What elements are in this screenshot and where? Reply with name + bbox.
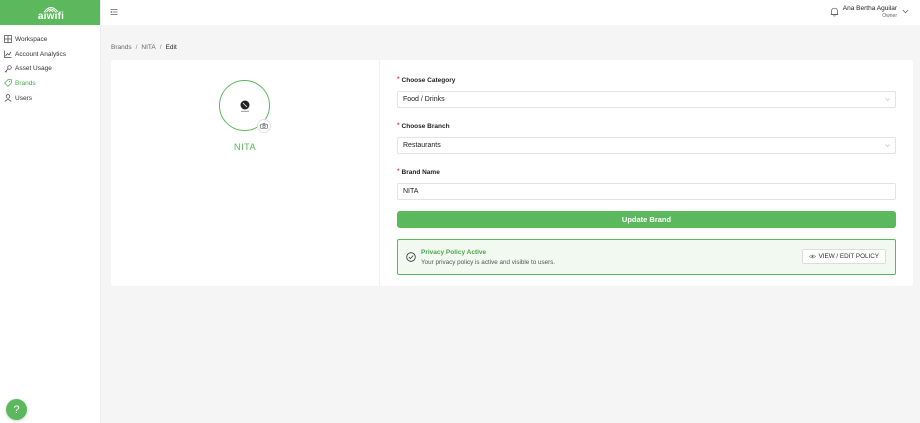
category-value: Food / Drinks (403, 96, 445, 103)
category-label-text: Choose Category (401, 77, 456, 84)
branch-label: * Choose Branch (397, 122, 896, 133)
menu-toggle-icon[interactable] (110, 8, 118, 16)
brand-name-label: * Brand Name (397, 168, 896, 179)
user-role: Owner (882, 13, 897, 19)
branch-value: Restaurants (403, 142, 441, 149)
breadcrumb-item-brand[interactable]: NITA (141, 44, 155, 51)
chevron-down-icon (885, 144, 890, 147)
brand-form: * Choose Category Food / Drinks * Choose… (397, 76, 896, 275)
brand-name-input[interactable]: NITA (397, 183, 896, 200)
view-edit-policy-label: VIEW / EDIT POLICY (818, 253, 879, 260)
eye-icon (808, 254, 816, 259)
sidebar-item-label: Users (15, 94, 32, 102)
policy-description: Your privacy policy is active and visibl… (421, 259, 556, 266)
privacy-policy-banner: Privacy Policy Active Your privacy polic… (397, 239, 896, 275)
sidebar-item-label: Brands (15, 79, 36, 87)
branch-label-text: Choose Branch (401, 123, 450, 130)
sidebar-item-account-analytics[interactable]: Account Analytics (0, 47, 100, 62)
change-logo-button[interactable] (257, 119, 271, 133)
aiwifi-logo[interactable]: aiwifi (37, 4, 65, 22)
breadcrumb-item-current: Edit (165, 44, 177, 51)
policy-title: Privacy Policy Active (421, 249, 487, 256)
brand-logo-icon (240, 100, 249, 111)
sidebar-item-label: Workspace (15, 35, 48, 43)
bar-chart-icon (4, 50, 12, 58)
breadcrumb-separator: / (135, 44, 138, 51)
sidebar-item-asset-usage[interactable]: Asset Usage (0, 61, 100, 76)
breadcrumb-separator: / (159, 44, 162, 51)
tag-icon (4, 79, 12, 88)
sidebar-item-label: Account Analytics (15, 50, 66, 58)
view-edit-policy-button[interactable]: VIEW / EDIT POLICY (801, 249, 886, 264)
breadcrumb: Brands / NITA / Edit (111, 44, 177, 51)
user-menu[interactable]: Ana Bertha Aguilar Owner (843, 5, 897, 19)
breadcrumb-item-brands[interactable]: Brands (111, 44, 132, 51)
brand-name-value: NITA (403, 188, 419, 195)
category-label: * Choose Category (397, 76, 896, 87)
help-icon: ? (13, 403, 20, 416)
key-icon (4, 65, 12, 73)
chevron-down-icon (885, 98, 890, 101)
help-button[interactable]: ? (6, 399, 27, 420)
logo-text: aiwifi (37, 11, 65, 22)
required-mark: * (397, 122, 400, 129)
sidebar-item-users[interactable]: Users (0, 91, 100, 106)
bell-icon[interactable] (830, 7, 839, 17)
brand-name-title: NITA (233, 142, 257, 153)
sidebar-nav: Workspace Account Analytics Asset Usage … (0, 25, 100, 105)
required-mark: * (397, 76, 400, 83)
sidebar-item-workspace[interactable]: Workspace (0, 32, 100, 47)
user-name: Ana Bertha Aguilar (842, 5, 897, 12)
category-select[interactable]: Food / Drinks (397, 91, 896, 108)
brand-name-label-text: Brand Name (401, 169, 440, 176)
grid-icon (4, 35, 12, 44)
sidebar-item-brands[interactable]: Brands (0, 76, 100, 91)
update-brand-button[interactable]: Update Brand (397, 211, 896, 228)
brand-edit-card: NITA * Choose Category Food / Drinks * C… (111, 60, 913, 286)
chevron-down-icon[interactable] (902, 9, 909, 14)
column-divider (379, 60, 380, 286)
user-icon (4, 94, 12, 102)
logo-bar: aiwifi (0, 0, 100, 25)
required-mark: * (397, 168, 400, 175)
camera-icon (260, 123, 268, 129)
sidebar: aiwifi Workspace Account Analytics Asset… (0, 0, 101, 423)
check-circle-icon (406, 252, 416, 262)
branch-select[interactable]: Restaurants (397, 137, 896, 154)
top-bar: Ana Bertha Aguilar Owner (101, 0, 920, 25)
sidebar-item-label: Asset Usage (15, 65, 52, 73)
